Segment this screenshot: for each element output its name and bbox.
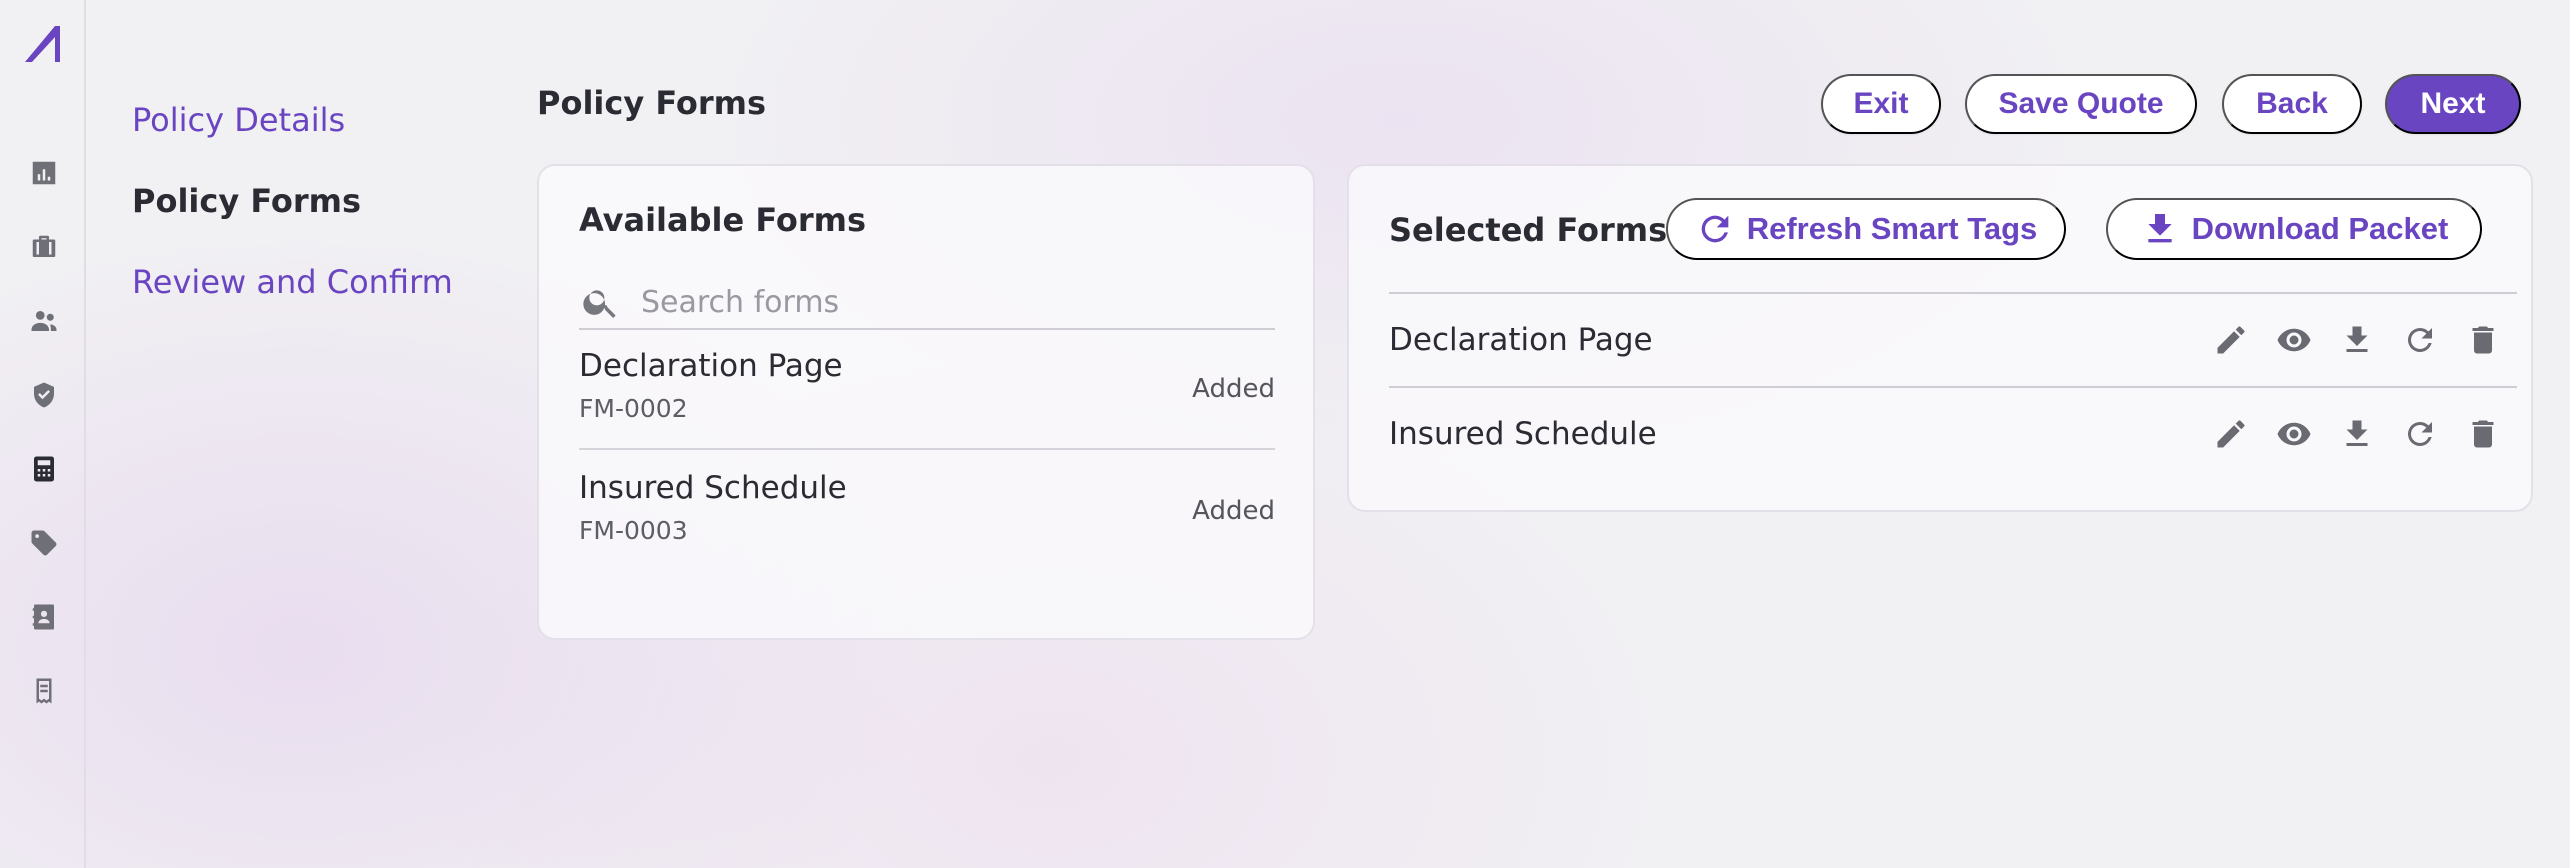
- available-forms-title: Available Forms: [579, 201, 867, 239]
- step-policy-details[interactable]: Policy Details: [132, 100, 453, 140]
- view-icon[interactable]: [2276, 416, 2312, 452]
- form-name: Insured Schedule: [579, 470, 847, 506]
- form-name: Declaration Page: [579, 348, 843, 384]
- brand-logo[interactable]: [22, 22, 66, 66]
- delete-icon[interactable]: [2465, 416, 2501, 452]
- calculator-icon[interactable]: [27, 452, 61, 486]
- refresh-icon[interactable]: [2402, 322, 2438, 358]
- download-packet-button[interactable]: Download Packet: [2106, 198, 2482, 260]
- available-form-item[interactable]: Insured Schedule FM-0003 Added: [579, 452, 1275, 572]
- refresh-icon: [1701, 215, 1729, 243]
- download-packet-label: Download Packet: [2191, 211, 2449, 246]
- exit-button[interactable]: Exit: [1821, 74, 1941, 134]
- edit-icon[interactable]: [2213, 416, 2249, 452]
- available-form-item[interactable]: Declaration Page FM-0002 Added: [579, 330, 1275, 450]
- next-button[interactable]: Next: [2385, 74, 2521, 134]
- selected-forms-title: Selected Forms: [1389, 211, 1668, 249]
- form-status: Added: [1192, 496, 1275, 526]
- save-quote-button[interactable]: Save Quote: [1965, 74, 2197, 134]
- form-code: FM-0002: [579, 394, 688, 423]
- selected-forms-card: Selected Forms Refresh Smart Tags Downlo…: [1347, 164, 2533, 512]
- steps-nav: Policy Details Policy Forms Review and C…: [132, 100, 453, 343]
- download-icon[interactable]: [2339, 322, 2375, 358]
- form-name: Insured Schedule: [1389, 416, 1657, 452]
- download-icon[interactable]: [2339, 416, 2375, 452]
- step-review-and-confirm[interactable]: Review and Confirm: [132, 262, 453, 302]
- receipt-icon[interactable]: [27, 674, 61, 708]
- row-actions: [2186, 322, 2501, 358]
- download-icon: [2147, 214, 2172, 243]
- selected-form-row: Insured Schedule: [1389, 386, 2517, 480]
- icon-rail: [0, 0, 86, 868]
- tag-icon[interactable]: [27, 526, 61, 560]
- form-name: Declaration Page: [1389, 322, 1653, 358]
- form-code: FM-0003: [579, 516, 688, 545]
- search-icon: [583, 290, 616, 318]
- search-input[interactable]: [641, 284, 1241, 320]
- view-icon[interactable]: [2276, 322, 2312, 358]
- contact-book-icon[interactable]: [27, 600, 61, 634]
- page-title: Policy Forms: [537, 84, 767, 122]
- refresh-smart-tags-button[interactable]: Refresh Smart Tags: [1666, 198, 2066, 260]
- people-icon[interactable]: [27, 304, 61, 338]
- selected-form-row: Declaration Page: [1389, 292, 2517, 386]
- shield-check-icon[interactable]: [27, 378, 61, 412]
- step-policy-forms[interactable]: Policy Forms: [132, 181, 453, 221]
- form-status: Added: [1192, 374, 1275, 404]
- edit-icon[interactable]: [2213, 322, 2249, 358]
- briefcase-icon[interactable]: [27, 230, 61, 264]
- refresh-icon[interactable]: [2402, 416, 2438, 452]
- search-bar: [579, 276, 1275, 330]
- delete-icon[interactable]: [2465, 322, 2501, 358]
- back-button[interactable]: Back: [2222, 74, 2362, 134]
- row-actions: [2186, 416, 2501, 452]
- bar-chart-icon[interactable]: [27, 156, 61, 190]
- refresh-smart-tags-label: Refresh Smart Tags: [1746, 211, 2038, 246]
- available-forms-card: Available Forms Declaration Page FM-0002…: [537, 164, 1315, 640]
